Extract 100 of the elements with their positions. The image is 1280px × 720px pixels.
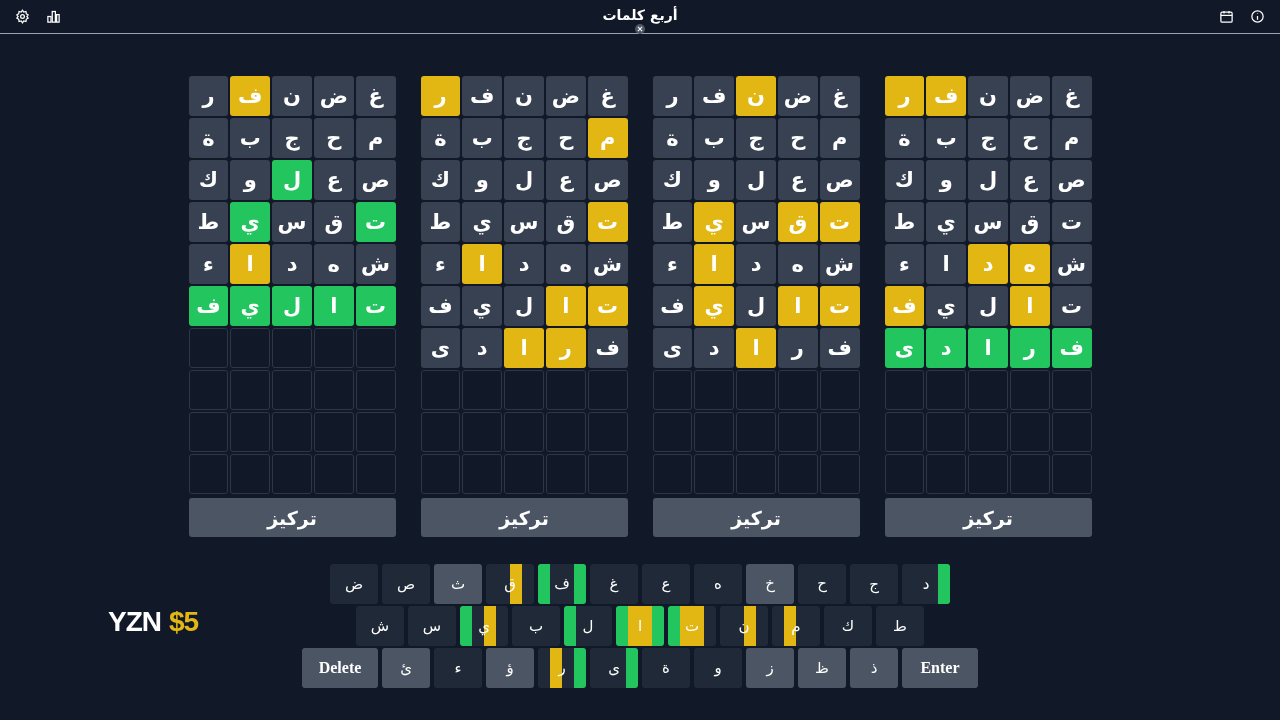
letter-tile: ك [188,160,229,200]
letter-tile: ه [313,244,354,284]
letter-tile: غ [355,76,396,116]
letter-tile: ل [736,286,776,326]
keyboard-key[interactable]: ط [876,606,924,646]
letter-tile: ش [1051,244,1092,284]
keyboard-key[interactable]: ص [382,564,430,604]
letter-tile: ت [819,202,860,242]
focus-button[interactable]: تركيز [188,498,396,537]
focus-button[interactable]: تركيز [884,498,1092,537]
letter-tile: س [272,202,312,242]
empty-tile [1009,412,1050,452]
letter-tile: ف [652,286,693,326]
keyboard-key[interactable]: ل [564,606,612,646]
keyboard-key[interactable]: ه [694,564,742,604]
keyboard-key[interactable]: ف [538,564,586,604]
letter-tile: ف [230,76,271,116]
keyboard-key[interactable]: س [408,606,456,646]
letter-tile: ل [272,286,312,326]
letter-tile: ض [777,76,818,116]
empty-tile [420,370,461,410]
letter-tile: ت [355,202,396,242]
letter-tile: ل [968,286,1008,326]
keyboard-key[interactable]: ظ [798,648,846,688]
empty-tile [188,370,229,410]
letter-tile: ه [545,244,586,284]
keyboard-key[interactable]: ء [434,648,482,688]
empty-tile [355,454,396,494]
keyboard-key[interactable]: ى [590,648,638,688]
letter-tile: ف [420,286,461,326]
info-icon[interactable] [1250,9,1265,24]
empty-tile [819,454,860,494]
empty-tile [819,412,860,452]
keyboard-key[interactable]: د [902,564,950,604]
empty-tile [1051,454,1092,494]
empty-tile [313,454,354,494]
letter-tile: م [1051,118,1092,158]
letter-tile: ت [1051,202,1092,242]
letter-tile: و [230,160,271,200]
keyboard-key[interactable]: ز [746,648,794,688]
empty-tile [652,412,693,452]
stats-icon[interactable] [46,9,61,24]
letter-tile: د [272,244,312,284]
letter-tile: ى [420,328,461,368]
letter-tile: ا [545,286,586,326]
letter-tile: د [694,328,735,368]
empty-tile [188,454,229,494]
empty-tile [968,370,1008,410]
keyboard-key[interactable]: م [772,606,820,646]
letter-tile: ء [188,244,229,284]
letter-tile: ا [313,286,354,326]
letter-tile: ر [652,76,693,116]
letter-tile: ق [545,202,586,242]
letter-tile: ا [694,244,735,284]
letter-tile: ت [1051,286,1092,326]
keyboard-key[interactable]: ب [512,606,560,646]
letter-tile: ة [188,118,229,158]
keyboard-key[interactable]: ك [824,606,872,646]
keyboard-key[interactable]: ح [798,564,846,604]
letter-tile: ا [777,286,818,326]
keyboard-key[interactable]: ج [850,564,898,604]
empty-tile [736,412,776,452]
empty-tile [504,370,544,410]
letter-tile: ع [545,160,586,200]
focus-button[interactable]: تركيز [652,498,860,537]
letter-tile: ى [884,328,925,368]
close-icon[interactable] [635,24,645,34]
keyboard-key[interactable]: ئ [382,648,430,688]
keyboard-key[interactable]: خ [746,564,794,604]
empty-tile [819,370,860,410]
empty-tile [188,412,229,452]
settings-icon[interactable] [15,9,30,24]
calendar-icon[interactable] [1219,9,1234,24]
letter-tile: ب [230,118,271,158]
empty-tile [777,412,818,452]
keyboard-key[interactable]: ع [642,564,690,604]
letter-tile: ف [462,76,503,116]
keyboard-key[interactable]: ض [330,564,378,604]
letter-tile: ف [188,286,229,326]
letter-tile: ج [968,118,1008,158]
letter-tile: ل [736,160,776,200]
empty-tile [1009,454,1050,494]
keyboard-key[interactable]: غ [590,564,638,604]
keyboard-key[interactable]: Enter [902,648,978,688]
empty-tile [694,454,735,494]
keyboard-key[interactable]: و [694,648,742,688]
keyboard-key[interactable]: Delete [302,648,378,688]
keyboard-key[interactable]: ش [356,606,404,646]
keyboard-key[interactable]: ث [434,564,482,604]
letter-tile: ي [462,202,503,242]
letter-tile: ت [587,286,628,326]
empty-tile [736,370,776,410]
letter-tile: د [926,328,967,368]
keyboard-key[interactable]: ؤ [486,648,534,688]
letter-tile: ا [462,244,503,284]
keyboard-key[interactable]: ة [642,648,690,688]
empty-tile [1051,412,1092,452]
empty-tile [462,412,503,452]
keyboard-key[interactable]: ذ [850,648,898,688]
focus-button[interactable]: تركيز [420,498,628,537]
